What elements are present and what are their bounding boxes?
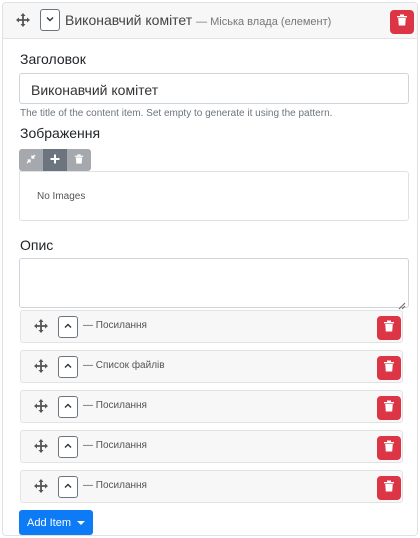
expand-toggle-button[interactable] [58,316,78,338]
delete-item-button[interactable] [377,476,401,500]
plus-icon [50,151,60,169]
delete-item-button[interactable] [377,396,401,420]
list-item-title: — Посилання [83,400,147,411]
title-input[interactable]: Виконавчий комітет [19,73,409,104]
content-item-card: Виконавчий комітет — Міська влада (елеме… [2,2,418,536]
chevron-up-icon [63,318,73,336]
delete-item-button[interactable] [377,436,401,460]
move-handle-icon[interactable] [33,478,49,494]
chevron-up-icon [63,398,73,416]
delete-item-button[interactable] [377,316,401,340]
list-item: — Посилання [20,470,403,503]
resize-handle-icon[interactable] [398,297,406,310]
trash-icon [383,439,395,457]
card-subtitle: — Міська влада (елемент) [196,16,332,28]
move-handle-icon[interactable] [33,358,49,374]
list-item-title: — Список файлів [83,360,165,371]
images-dropzone[interactable]: No Images [19,171,409,221]
chevron-up-icon [63,478,73,496]
images-label: Зображення [20,125,101,141]
expand-toggle-button[interactable] [58,356,78,378]
add-image-button[interactable] [43,149,67,171]
images-toolbar [19,149,91,171]
move-handle-icon[interactable] [15,12,31,28]
collapse-toggle-button[interactable] [40,9,60,31]
list-item: — Посилання [20,390,403,423]
move-handle-icon[interactable] [33,318,49,334]
list-item-title: — Посилання [83,440,147,451]
expand-toggle-button[interactable] [58,396,78,418]
chevron-down-icon [45,11,55,29]
description-textarea[interactable] [19,258,409,310]
trash-icon [74,151,84,169]
description-label: Опис [20,237,54,253]
card-title-text: Виконавчий комітет [65,12,193,28]
no-images-text: No Images [37,191,86,202]
remove-image-button[interactable] [67,149,91,171]
list-item: — Посилання [20,310,403,343]
list-item: — Список файлів [20,350,403,383]
trash-icon [383,399,395,417]
title-label: Заголовок [20,51,86,67]
list-item: — Посилання [20,430,403,463]
card-header: Виконавчий комітет — Міська влада (елеме… [3,3,417,39]
title-help-text: The title of the content item. Set empty… [20,108,333,119]
title-input-value: Виконавчий комітет [31,82,159,98]
list-item-title: — Посилання [83,320,147,331]
chevron-up-icon [63,438,73,456]
trash-icon [383,479,395,497]
chevron-up-icon [63,358,73,376]
expand-toggle-button[interactable] [58,436,78,458]
trash-icon [396,13,408,31]
move-handle-icon[interactable] [33,438,49,454]
expand-toggle-button[interactable] [58,476,78,498]
list-item-title: — Посилання [83,480,147,491]
card-title: Виконавчий комітет — Міська влада (елеме… [65,12,331,28]
trash-icon [383,359,395,377]
delete-item-button[interactable] [390,10,414,34]
add-item-label: Add Item [27,516,72,529]
caret-down-icon [77,520,86,525]
move-handle-icon[interactable] [33,398,49,414]
compress-icon [26,151,36,169]
trash-icon [383,319,395,337]
delete-item-button[interactable] [377,356,401,380]
add-item-button[interactable]: Add Item [19,510,94,535]
collapse-images-button[interactable] [19,149,43,171]
